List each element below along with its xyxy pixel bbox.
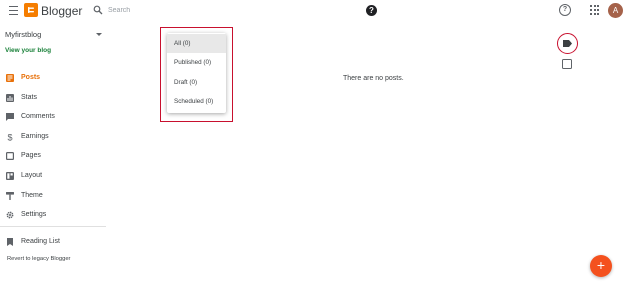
sidebar-item-reading-list[interactable]: Reading List xyxy=(0,234,112,250)
menu-icon[interactable] xyxy=(9,6,18,15)
bookmark-icon xyxy=(7,238,13,246)
sidebar-item-label: Theme xyxy=(21,191,43,199)
dollar-icon: $ xyxy=(8,133,13,141)
sidebar-item-label: Settings xyxy=(21,210,47,218)
search-icon[interactable] xyxy=(93,5,103,15)
sidebar-item-posts[interactable]: Posts xyxy=(0,70,112,86)
sidebar-divider xyxy=(0,226,106,227)
sidebar-item-label: Stats xyxy=(21,93,37,101)
label-icon xyxy=(563,40,572,47)
search-input[interactable] xyxy=(108,3,348,18)
new-post-button[interactable]: + xyxy=(590,255,612,277)
apps-icon[interactable] xyxy=(590,5,600,15)
posts-icon xyxy=(6,74,14,82)
filter-option-all[interactable]: All (0) xyxy=(167,34,226,53)
sidebar-item-label: Reading List xyxy=(21,237,60,245)
sidebar-item-theme[interactable]: Theme xyxy=(0,188,112,204)
brand-name: Blogger xyxy=(41,4,83,18)
sidebar-item-stats[interactable]: Stats xyxy=(0,90,112,106)
sidebar: Myfirstblog View your blog Posts Stats C… xyxy=(0,23,112,289)
comments-icon xyxy=(6,113,14,121)
sidebar-item-earnings[interactable]: $ Earnings xyxy=(0,129,112,145)
label-filter-button[interactable] xyxy=(557,33,578,54)
filter-option-draft[interactable]: Draft (0) xyxy=(167,73,226,92)
chevron-down-icon[interactable] xyxy=(96,33,102,36)
paint-roller-icon xyxy=(6,192,14,200)
empty-state-message: There are no posts. xyxy=(343,75,404,82)
blog-selector[interactable]: Myfirstblog xyxy=(5,30,41,39)
layout-icon xyxy=(6,172,14,180)
svg-text:$: $ xyxy=(8,133,13,141)
gear-icon xyxy=(6,211,14,219)
post-filter-menu: All (0) Published (0) Draft (0) Schedule… xyxy=(167,33,226,113)
view-blog-link[interactable]: View your blog xyxy=(5,47,51,54)
help-outline-icon[interactable]: ? xyxy=(559,4,571,16)
pages-icon xyxy=(6,152,14,160)
sidebar-item-label: Posts xyxy=(21,73,41,81)
sidebar-item-label: Layout xyxy=(21,171,43,179)
avatar[interactable]: A xyxy=(608,3,623,18)
sidebar-item-comments[interactable]: Comments xyxy=(0,109,112,125)
sidebar-item-label: Pages xyxy=(21,151,41,159)
sidebar-item-pages[interactable]: Pages xyxy=(0,148,112,164)
blogger-logo-icon[interactable] xyxy=(24,3,38,17)
sidebar-item-layout[interactable]: Layout xyxy=(0,168,112,184)
help-icon[interactable]: ? xyxy=(366,5,377,16)
select-all-checkbox[interactable] xyxy=(562,59,572,69)
stats-icon xyxy=(6,94,14,102)
sidebar-item-label: Comments xyxy=(21,112,55,120)
revert-legacy-link[interactable]: Revert to legacy Blogger xyxy=(7,256,70,262)
filter-option-published[interactable]: Published (0) xyxy=(167,53,226,72)
filter-option-scheduled[interactable]: Scheduled (0) xyxy=(167,92,226,111)
sidebar-item-label: Earnings xyxy=(21,132,49,140)
top-bar: Blogger ? ? A xyxy=(0,0,625,23)
sidebar-item-settings[interactable]: Settings xyxy=(0,207,112,223)
